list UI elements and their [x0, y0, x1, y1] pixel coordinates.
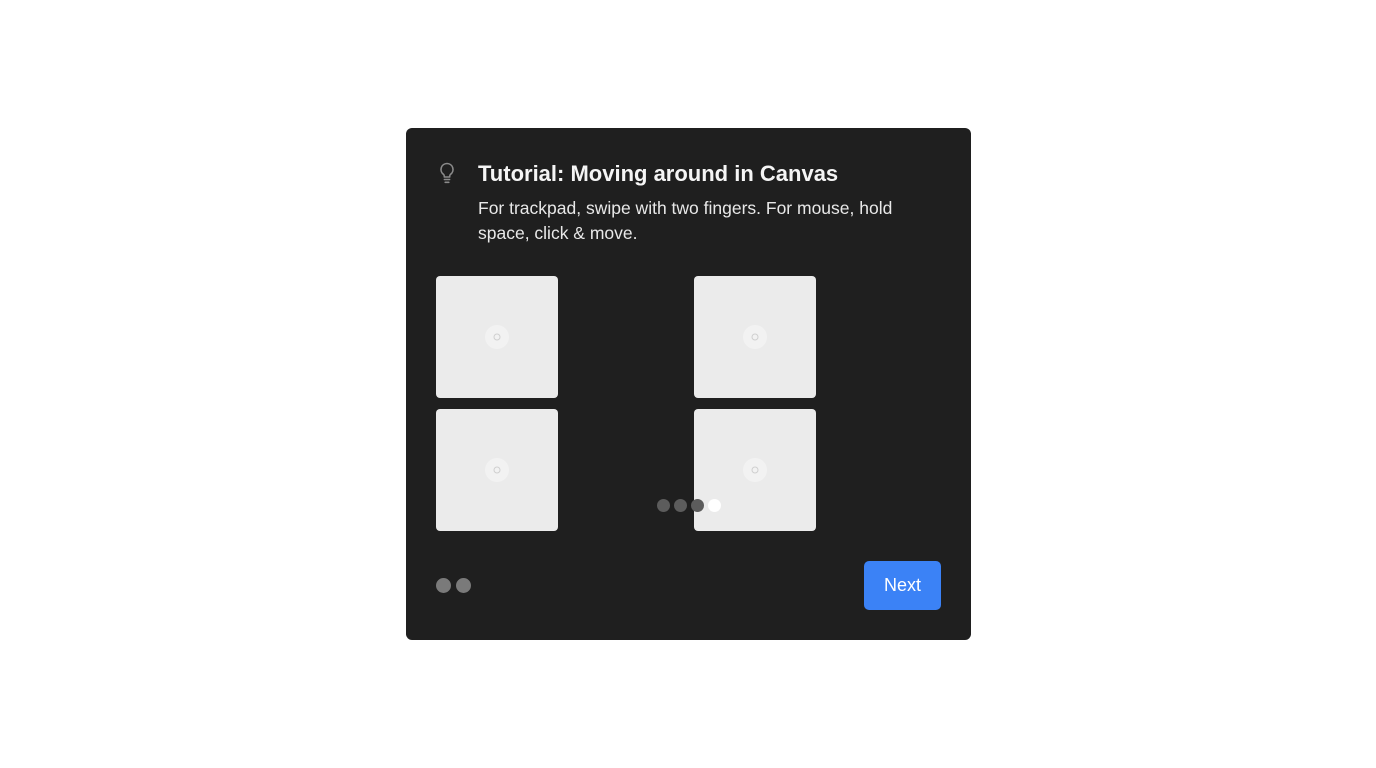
tutorial-dialog: Tutorial: Moving around in Canvas For tr… — [406, 128, 971, 640]
tutorial-image-placeholder — [694, 409, 816, 531]
dialog-title: Tutorial: Moving around in Canvas — [478, 161, 839, 186]
step-dot — [456, 578, 471, 593]
tutorial-image-placeholder — [436, 409, 558, 531]
lightbulb-icon — [437, 162, 457, 184]
loading-spinner-icon — [484, 457, 510, 483]
carousel-dot-active[interactable] — [708, 499, 721, 512]
loading-spinner-icon — [484, 324, 510, 350]
tutorial-image-placeholder — [436, 276, 558, 398]
loading-spinner-icon — [742, 457, 768, 483]
carousel-dot[interactable] — [657, 499, 670, 512]
dialog-description: For trackpad, swipe with two fingers. Fo… — [478, 198, 893, 243]
carousel-dot[interactable] — [691, 499, 704, 512]
next-button[interactable]: Next — [864, 561, 941, 610]
step-indicator — [436, 578, 471, 593]
loading-spinner-icon — [742, 324, 768, 350]
carousel-dot[interactable] — [674, 499, 687, 512]
tutorial-image-placeholder — [694, 276, 816, 398]
carousel-indicator — [657, 499, 721, 512]
step-dot — [436, 578, 451, 593]
